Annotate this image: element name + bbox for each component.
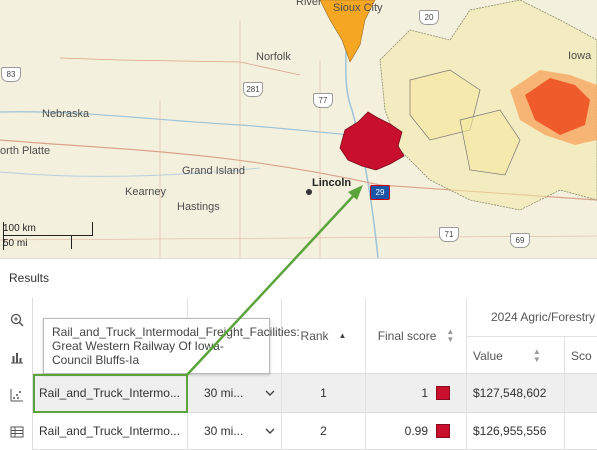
bar-chart-icon[interactable] xyxy=(7,347,27,367)
column-header-value[interactable]: Value ▲ ▼ xyxy=(467,336,565,374)
results-title: Results xyxy=(9,271,50,285)
final-score-header-label: Final score xyxy=(377,328,437,343)
column-header-score[interactable]: Sco xyxy=(565,336,597,374)
scale-bar-tick xyxy=(3,222,4,250)
map-canvas xyxy=(0,0,597,258)
column-group-header: 2024 Agric/Forestry xyxy=(467,298,597,336)
score-header-label: Sco xyxy=(571,348,592,363)
distance-value: 30 mi... xyxy=(204,424,244,438)
row-name-cell[interactable]: Rail_and_Truck_Intermo... xyxy=(33,374,188,412)
scale-bar xyxy=(3,235,93,236)
score-color-swatch xyxy=(436,386,450,400)
final-score-value: 0.99 xyxy=(404,424,428,438)
score-color-swatch xyxy=(436,424,450,438)
results-panel-header: Results xyxy=(0,258,597,298)
table-icon[interactable] xyxy=(7,422,27,442)
chevron-down-icon xyxy=(265,425,275,437)
distance-value: 30 mi... xyxy=(204,386,244,400)
scale-mi: 50 mi xyxy=(3,238,28,249)
row-distance-select[interactable]: 30 mi... xyxy=(188,374,282,412)
map-label-grand-island: Grand Island xyxy=(182,165,245,177)
highway-shield: 281 xyxy=(243,82,263,97)
map-label-hastings: Hastings xyxy=(177,201,220,213)
row-final-score-cell: 0.99 xyxy=(366,413,467,449)
column-group-label: 2024 Agric/Forestry xyxy=(491,310,596,324)
row-value-cell: $127,548,602 xyxy=(467,374,565,412)
value-header-label: Value xyxy=(473,348,503,363)
row-score-cell xyxy=(565,413,597,449)
interstate-shield: 29 xyxy=(370,185,390,200)
row-rank-cell: 2 xyxy=(282,413,366,449)
map-label-norfolk: Norfolk xyxy=(256,51,291,63)
map-label-north-platte: orth Platte xyxy=(0,145,51,157)
highway-shield: 20 xyxy=(419,10,439,25)
sort-icon: ▲ ▼ xyxy=(532,346,541,364)
row-value-cell: $126,955,556 xyxy=(467,413,565,449)
scatter-plot-icon[interactable] xyxy=(7,385,27,405)
final-score-value: 1 xyxy=(421,386,428,400)
map-label-lincoln: Lincoln xyxy=(312,177,352,189)
sort-icon: ▲ ▼ xyxy=(446,326,455,344)
name-tooltip: Rail_and_Truck_Intermodal_Freight_Facili… xyxy=(43,318,300,374)
map-label-kearney: Kearney xyxy=(125,186,166,198)
map-label-sioux-city: Sioux City xyxy=(333,2,383,14)
table-row[interactable]: Rail_and_Truck_Intermo... 30 mi... 2 0.9… xyxy=(33,413,597,450)
highway-shield: 77 xyxy=(313,93,333,108)
row-name-cell[interactable]: Rail_and_Truck_Intermo... xyxy=(33,413,188,449)
scale-km: 100 km xyxy=(3,223,36,234)
map-label-iowa: Iowa xyxy=(568,50,592,62)
row-rank-cell: 1 xyxy=(282,374,366,412)
map-label-river: River xyxy=(296,0,322,8)
chevron-down-icon xyxy=(265,387,275,399)
scale-bar-tick xyxy=(92,222,93,236)
highway-shield: 83 xyxy=(1,67,21,82)
row-final-score-cell: 1 xyxy=(366,374,467,412)
results-toolbar xyxy=(0,298,33,450)
highway-shield: 69 xyxy=(510,233,530,248)
row-score-cell xyxy=(565,374,597,412)
scale-bar-tick xyxy=(71,235,72,249)
sort-ascending-icon: ▲ xyxy=(338,331,347,340)
highway-shield: 71 xyxy=(439,227,459,242)
rank-header-label: Rank xyxy=(300,328,329,343)
zoom-to-icon[interactable] xyxy=(7,310,27,330)
row-distance-select[interactable]: 30 mi... xyxy=(188,413,282,449)
column-header-final-score[interactable]: Final score ▲ ▼ xyxy=(366,298,467,373)
table-row[interactable]: Rail_and_Truck_Intermo... 30 mi... 1 1 $… xyxy=(33,374,597,413)
map-view[interactable]: Nebraska Iowa Norfolk Grand Island Kearn… xyxy=(0,0,597,258)
map-label-nebraska: Nebraska xyxy=(42,108,90,120)
